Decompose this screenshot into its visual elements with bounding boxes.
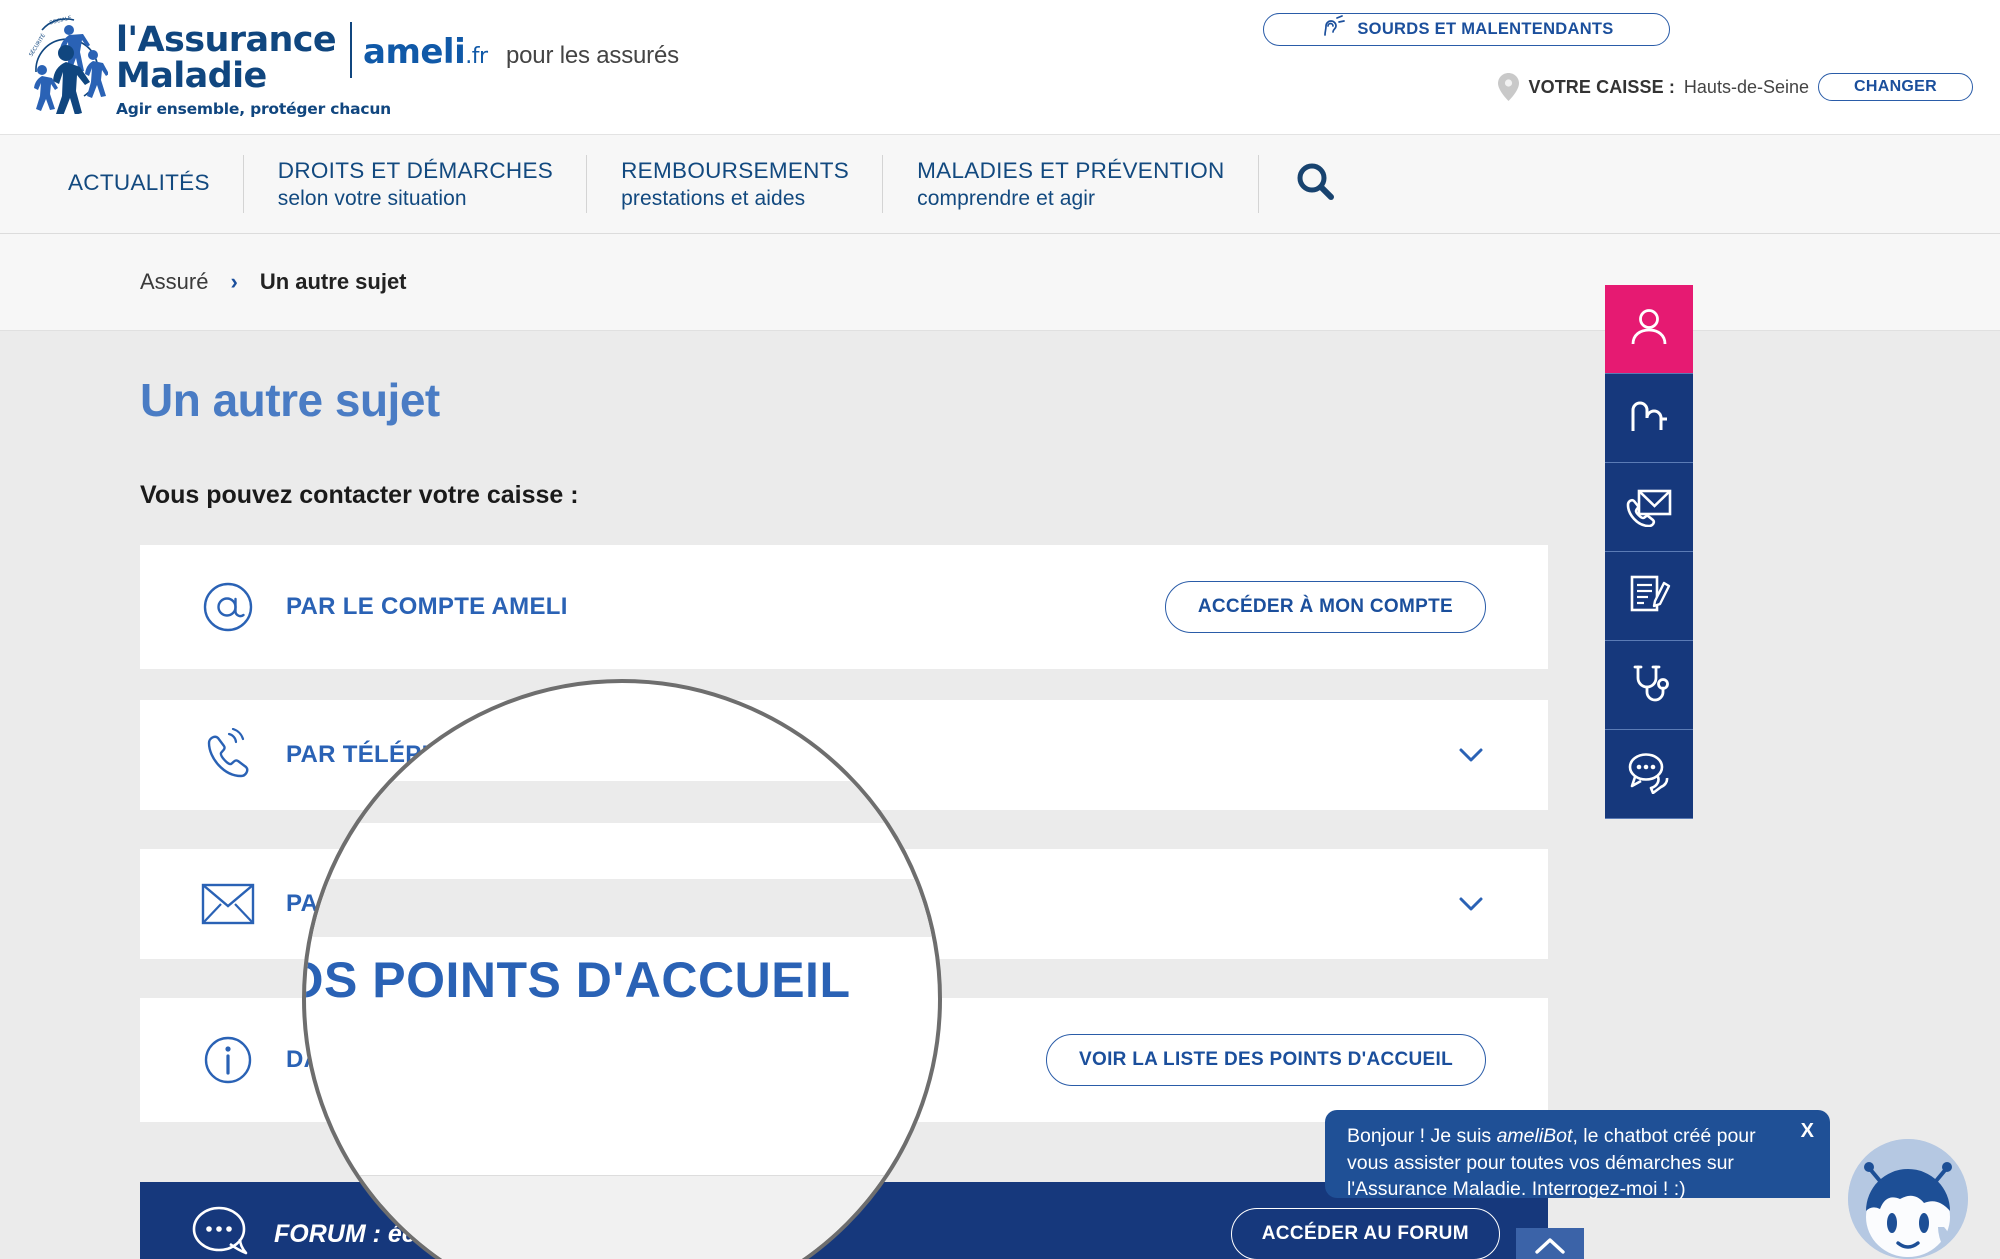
- acceder-mon-compte-button[interactable]: ACCÉDER À MON COMPTE: [1164, 581, 1486, 633]
- at-sign-icon: [198, 581, 258, 633]
- scroll-to-top-button[interactable]: [1516, 1228, 1584, 1259]
- chat-bubble-icon: [190, 1204, 252, 1259]
- contact-card-points-accueil-label: DANS NOS POINTS D'ACCUEIL: [286, 1046, 653, 1073]
- ear-hearing-icon: [1319, 15, 1346, 44]
- phone-envelope-icon: [1625, 483, 1673, 532]
- nav-item-actualites-label: ACTUALITÉS: [68, 169, 210, 195]
- intro-text: Vous pouvez contacter votre caisse :: [140, 481, 579, 509]
- search-icon: [1293, 160, 1337, 209]
- main-navigation: ACTUALITÉS DROITS ET DÉMARCHES selon vot…: [0, 134, 2000, 234]
- svg-text:SOCIALE: SOCIALE: [49, 15, 72, 26]
- ameli-brand[interactable]: ameli.fr: [363, 32, 488, 72]
- caisse-label: VOTRE CAISSE :: [1528, 76, 1675, 97]
- chevron-right-icon: ›: [230, 269, 238, 294]
- rail-item-contact[interactable]: [1605, 463, 1693, 552]
- amelibot-avatar[interactable]: [1848, 1139, 1968, 1259]
- location-pin-icon: [1497, 72, 1520, 102]
- ameli-brand-name: ameli: [363, 32, 466, 72]
- nav-item-maladies-label: MALADIES ET PRÉVENTION: [917, 157, 1225, 183]
- nav-item-actualites[interactable]: ACTUALITÉS: [68, 153, 244, 215]
- sourds-malentendants-button[interactable]: SOURDS ET MALENTENDANTS: [1263, 13, 1670, 46]
- sourds-malentendants-label: SOURDS ET MALENTENDANTS: [1357, 20, 1614, 38]
- contact-card-points-accueil[interactable]: DANS NOS POINTS D'ACCUEIL VOIR LA LISTE …: [140, 998, 1548, 1122]
- bench-seat-icon: [1626, 393, 1672, 444]
- chevron-up-icon: [1533, 1235, 1567, 1259]
- phone-icon: [198, 728, 258, 782]
- assurance-maladie-emblem-icon: SÉCURITÉ SOCIALE: [22, 10, 109, 116]
- contact-card-compte-ameli[interactable]: PAR LE COMPTE AMELI ACCÉDER À MON COMPTE: [140, 545, 1548, 669]
- rail-item-sante[interactable]: [1605, 641, 1693, 730]
- info-icon: [198, 1035, 258, 1085]
- chatbot-greeting-bubble: Bonjour ! Je suis ameliBot, le chatbot c…: [1325, 1110, 1830, 1200]
- acceder-au-forum-button[interactable]: ACCÉDER AU FORUM: [1230, 1208, 1500, 1259]
- caisse-selector: VOTRE CAISSE : Hauts-de-Seine CHANGER: [1497, 72, 1973, 102]
- contact-card-courrier[interactable]: PAR COURRIER: [140, 849, 1548, 959]
- contact-card-telephone[interactable]: PAR TÉLÉPHONE: [140, 700, 1548, 810]
- chatbot-bot-name: ameliBot: [1496, 1125, 1573, 1147]
- page-title: Un autre sujet: [140, 374, 440, 426]
- breadcrumb-current: Un autre sujet: [259, 269, 407, 294]
- nav-item-maladies-sub: comprendre et agir: [917, 186, 1096, 210]
- quick-access-rail: [1605, 285, 1693, 819]
- rail-item-demarches[interactable]: [1605, 552, 1693, 641]
- voir-liste-points-accueil-button[interactable]: VOIR LA LISTE DES POINTS D'ACCUEIL: [1046, 1034, 1486, 1086]
- site-header: SÉCURITÉ SOCIALE l'Assurance Maladie Agi…: [0, 0, 2000, 134]
- nav-item-remboursements-label: REMBOURSEMENTS: [621, 157, 850, 183]
- caisse-value: Hauts-de-Seine: [1683, 76, 1809, 97]
- rail-item-mon-compte[interactable]: [1605, 285, 1693, 374]
- ameli-brand-suffix: .fr: [465, 44, 488, 69]
- nav-item-remboursements-sub: prestations et aides: [621, 186, 806, 210]
- nav-item-maladies-prevention[interactable]: MALADIES ET PRÉVENTION comprendre et agi…: [883, 153, 1259, 215]
- stethoscope-icon: [1626, 660, 1672, 711]
- header-divider: [350, 22, 352, 78]
- chatbot-greeting-part1: Bonjour ! Je suis: [1347, 1125, 1497, 1147]
- form-pencil-icon: [1626, 571, 1672, 622]
- breadcrumb-item-assure[interactable]: Assuré: [140, 269, 208, 295]
- chevron-down-icon[interactable]: [1456, 740, 1486, 770]
- svg-text:SÉCURITÉ: SÉCURITÉ: [27, 32, 47, 58]
- contact-card-compte-ameli-label: PAR LE COMPTE AMELI: [286, 593, 568, 620]
- page-root: SÉCURITÉ SOCIALE l'Assurance Maladie Agi…: [0, 0, 2000, 1259]
- chevron-down-icon[interactable]: [1456, 889, 1486, 919]
- chatbot-greeting-text: Bonjour ! Je suis ameliBot, le chatbot c…: [1347, 1123, 1782, 1203]
- nav-item-droits-sub: selon votre situation: [277, 186, 467, 210]
- nav-item-droits-label: DROITS ET DÉMARCHES: [277, 157, 554, 183]
- contact-card-courrier-label: PAR COURRIER: [286, 890, 474, 917]
- rail-item-accueil[interactable]: [1605, 374, 1693, 463]
- changer-caisse-button[interactable]: CHANGER: [1818, 73, 1973, 101]
- envelope-icon: [198, 882, 258, 926]
- nav-item-droits-demarches[interactable]: DROITS ET DÉMARCHES selon votre situatio…: [244, 153, 588, 215]
- logo-tagline: Agir ensemble, protéger chacun: [116, 100, 391, 118]
- site-logo[interactable]: SÉCURITÉ SOCIALE l'Assurance Maladie Agi…: [22, 10, 392, 118]
- search-button[interactable]: [1259, 153, 1371, 215]
- user-account-icon: [1626, 304, 1672, 355]
- breadcrumb: Assuré › Un autre sujet: [0, 234, 2000, 331]
- contact-card-telephone-label: PAR TÉLÉPHONE: [286, 741, 493, 768]
- speech-bubbles-icon: [1625, 750, 1673, 799]
- rail-item-forum[interactable]: [1605, 730, 1693, 819]
- nav-item-remboursements[interactable]: REMBOURSEMENTS prestations et aides: [587, 153, 884, 215]
- close-icon[interactable]: X: [1801, 1120, 1814, 1143]
- forum-banner-text: FORUM : échangez des conseils avec: [274, 1219, 722, 1248]
- ameli-subtitle: pour les assurés: [506, 42, 679, 69]
